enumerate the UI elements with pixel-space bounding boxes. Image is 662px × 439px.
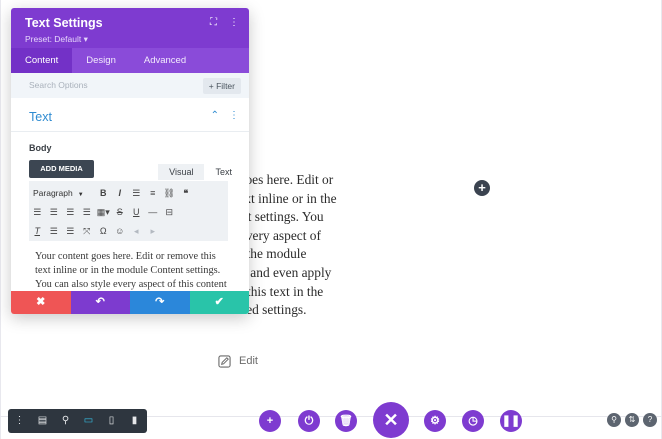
trash-icon[interactable]: 🗑 bbox=[335, 410, 357, 432]
expand-icon[interactable]: ⛶ bbox=[210, 17, 217, 28]
blockquote-icon[interactable]: ❝ bbox=[178, 184, 195, 202]
tab-advanced[interactable]: Advanced bbox=[130, 48, 200, 73]
canvas-border-left bbox=[0, 0, 1, 439]
format-select-value: Paragraph bbox=[33, 188, 73, 198]
numbered-list-icon[interactable]: ≡ bbox=[145, 184, 162, 202]
section-divider bbox=[11, 131, 249, 132]
close-icon[interactable]: ✕ bbox=[373, 402, 409, 438]
zoom-icon[interactable]: ⚲ bbox=[54, 409, 77, 433]
align-center-icon[interactable]: ☰ bbox=[46, 203, 63, 221]
add-icon[interactable]: + bbox=[259, 410, 281, 432]
portability-icon[interactable]: ⇅ bbox=[625, 413, 639, 427]
wireframe-icon[interactable]: ▤ bbox=[31, 409, 54, 433]
italic-icon[interactable]: I bbox=[112, 184, 129, 202]
body-label: Body bbox=[29, 143, 52, 153]
tab-text[interactable]: Text bbox=[204, 164, 243, 180]
preset-selector[interactable]: Preset: Default ▾ bbox=[25, 34, 88, 45]
text-settings-modal: Text Settings Preset: Default ▾ ⛶ ⋮ Cont… bbox=[11, 8, 249, 314]
help-icon[interactable]: ? bbox=[643, 413, 657, 427]
redo-icon: ↷ bbox=[155, 296, 165, 308]
emoji-icon[interactable]: ☺ bbox=[112, 222, 129, 240]
edit-link[interactable]: Edit bbox=[218, 353, 258, 369]
tab-content[interactable]: Content bbox=[11, 48, 73, 73]
tab-design[interactable]: Design bbox=[72, 48, 130, 73]
desktop-icon[interactable]: ▭ bbox=[77, 409, 100, 433]
align-justify-icon[interactable]: ☰ bbox=[79, 203, 96, 221]
modal-title: Text Settings bbox=[25, 16, 103, 30]
remove-format-icon[interactable]: T bbox=[29, 222, 46, 240]
add-media-button[interactable]: ADD MEDIA bbox=[29, 160, 94, 178]
table-icon[interactable]: ▦▾ bbox=[95, 203, 112, 221]
undo-icon: ↶ bbox=[95, 296, 105, 308]
text-toggle-section: Text ⌃ ⋮ Body ADD MEDIA Visual Text Para… bbox=[11, 98, 249, 291]
modal-header[interactable]: Text Settings Preset: Default ▾ ⛶ ⋮ bbox=[11, 8, 249, 48]
pause-icon[interactable]: ❚❚ bbox=[500, 410, 522, 432]
section-title[interactable]: Text bbox=[29, 110, 52, 124]
undo-button[interactable]: ↶ bbox=[70, 291, 130, 314]
modal-tabs: Content Design Advanced bbox=[11, 48, 249, 73]
indent-right-icon[interactable]: ☰ bbox=[62, 222, 79, 240]
more-vertical-icon[interactable]: ⋮ bbox=[229, 110, 239, 121]
clear-format-icon[interactable]: ⊟ bbox=[161, 203, 178, 221]
more-vertical-icon[interactable]: ⋮ bbox=[8, 409, 31, 433]
bold-icon[interactable]: B bbox=[95, 184, 112, 202]
close-icon: ✖ bbox=[36, 296, 46, 308]
modal-action-bar: ✖ ↶ ↷ ✔ bbox=[11, 291, 249, 314]
tab-visual[interactable]: Visual bbox=[158, 164, 205, 180]
format-select[interactable]: Paragraph ▼ bbox=[29, 188, 95, 198]
page-settings-toolbar: ⋮ ▤ ⚲ ▭ ▯ ▮ bbox=[8, 409, 147, 433]
indent-left-icon[interactable]: ☰ bbox=[46, 222, 63, 240]
underline-icon[interactable]: U bbox=[128, 203, 145, 221]
search-icon[interactable]: ⚲ bbox=[607, 413, 621, 427]
bullet-list-icon[interactable]: ☰ bbox=[128, 184, 145, 202]
power-icon[interactable]: ⏻ bbox=[298, 410, 320, 432]
save-button[interactable]: ✔ bbox=[189, 291, 249, 314]
horizontal-rule-icon[interactable]: — bbox=[145, 203, 162, 221]
phone-icon[interactable]: ▮ bbox=[123, 409, 146, 433]
settings-icon[interactable]: ⚙ bbox=[424, 410, 446, 432]
filter-button[interactable]: + Filter bbox=[202, 78, 241, 94]
editor-textarea[interactable]: Your content goes here. Edit or remove t… bbox=[35, 250, 231, 292]
more-vertical-icon[interactable]: ⋮ bbox=[229, 17, 239, 28]
page-builder: content goes here. Edit or ve this text … bbox=[0, 0, 662, 439]
check-icon: ✔ bbox=[214, 296, 224, 308]
pencil-icon bbox=[218, 354, 231, 368]
chevron-up-icon[interactable]: ⌃ bbox=[211, 110, 219, 121]
history-icon[interactable]: ◷ bbox=[462, 410, 484, 432]
search-options-input[interactable]: Search Options bbox=[29, 80, 88, 90]
edit-label: Edit bbox=[239, 355, 258, 367]
search-options-row: Search Options + Filter bbox=[11, 73, 249, 98]
cancel-button[interactable]: ✖ bbox=[11, 291, 71, 314]
align-left-icon[interactable]: ☰ bbox=[29, 203, 46, 221]
align-right-icon[interactable]: ☰ bbox=[62, 203, 79, 221]
caret-down-icon: ▼ bbox=[77, 192, 84, 198]
editor-mode-tabs: Visual Text bbox=[158, 164, 243, 180]
fullscreen-icon[interactable]: ⤧ bbox=[79, 222, 96, 240]
undo-icon[interactable]: ◂ bbox=[128, 222, 145, 240]
redo-button[interactable]: ↷ bbox=[130, 291, 190, 314]
tablet-icon[interactable]: ▯ bbox=[100, 409, 123, 433]
special-char-icon[interactable]: Ω bbox=[95, 222, 112, 240]
editor-toolbar: Paragraph ▼ B I ☰ ≡ ⛓ ❝ ☰ ☰ ☰ ☰ ▦▾ S U — bbox=[29, 181, 228, 241]
strikethrough-icon[interactable]: S bbox=[112, 203, 129, 221]
redo-icon[interactable]: ▸ bbox=[145, 222, 162, 240]
add-module-icon[interactable]: + bbox=[474, 180, 490, 196]
link-icon[interactable]: ⛓ bbox=[161, 184, 178, 202]
